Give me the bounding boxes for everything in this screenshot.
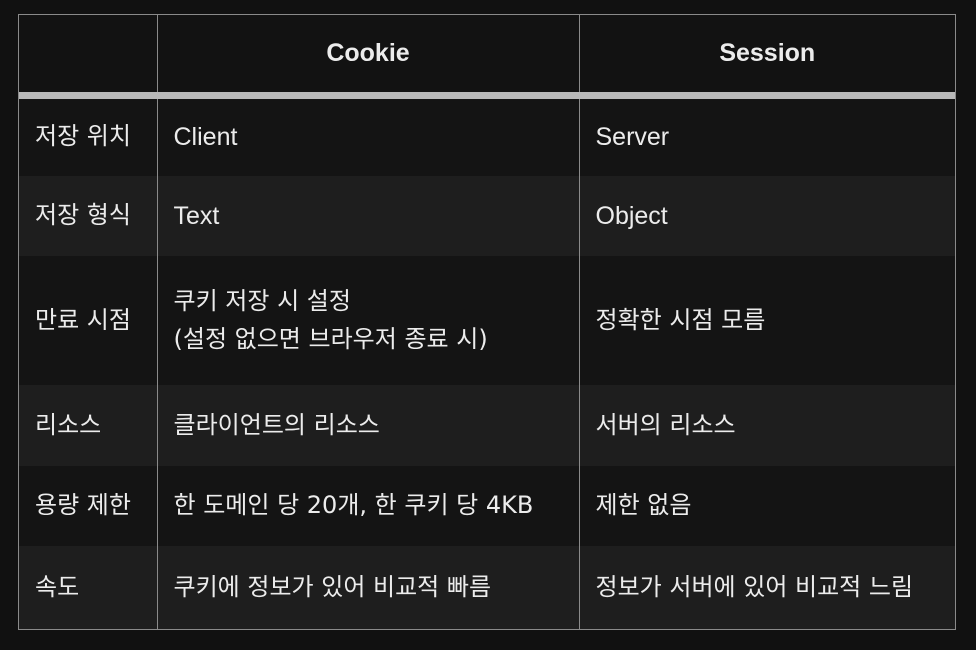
cookie-cell: 쿠키 저장 시 설정 (설정 없으면 브라우저 종료 시) <box>156 256 579 386</box>
cookie-cell: Text <box>156 175 579 257</box>
cookie-cell: Client <box>156 95 579 176</box>
header-session: Session <box>578 15 955 99</box>
session-cell: 정보가 서버에 있어 비교적 느림 <box>578 546 955 629</box>
table-row: 속도 쿠키에 정보가 있어 비교적 빠름 정보가 서버에 있어 비교적 느림 <box>19 546 955 629</box>
table-row: 저장 형식 Text Object <box>19 175 955 257</box>
row-label: 용량 제한 <box>19 465 157 547</box>
table-header: Cookie Session <box>19 15 955 99</box>
session-cell: Server <box>578 95 955 176</box>
header-cookie: Cookie <box>156 15 579 99</box>
row-label: 저장 위치 <box>19 95 157 176</box>
header-row: Cookie Session <box>19 15 955 99</box>
cookie-cell: 한 도메인 당 20개, 한 쿠키 당 4KB <box>156 465 579 547</box>
session-cell: 제한 없음 <box>578 465 955 547</box>
session-cell: Object <box>578 175 955 257</box>
header-corner-cell <box>19 15 157 99</box>
row-label: 리소스 <box>19 385 157 466</box>
cookie-cell: 클라이언트의 리소스 <box>156 385 579 466</box>
row-label: 속도 <box>19 546 157 629</box>
cookie-cell-line-2: (설정 없으면 브라우저 종료 시) <box>173 324 488 353</box>
table-row: 용량 제한 한 도메인 당 20개, 한 쿠키 당 4KB 제한 없음 <box>19 465 955 547</box>
cookie-cell-line-1: 쿠키 저장 시 설정 <box>173 287 351 316</box>
cookie-session-table: Cookie Session 저장 위치 Client Server 저장 형식… <box>19 15 955 629</box>
table-row: 리소스 클라이언트의 리소스 서버의 리소스 <box>19 385 955 466</box>
cookie-cell: 쿠키에 정보가 있어 비교적 빠름 <box>156 546 579 629</box>
table-row: 저장 위치 Client Server <box>19 95 955 176</box>
row-label: 저장 형식 <box>19 175 157 257</box>
table-row: 만료 시점 쿠키 저장 시 설정 (설정 없으면 브라우저 종료 시) 정확한 … <box>19 256 955 386</box>
table-body: 저장 위치 Client Server 저장 형식 Text Object 만료… <box>19 95 955 629</box>
session-cell: 정확한 시점 모름 <box>578 256 955 386</box>
row-label: 만료 시점 <box>19 256 157 386</box>
session-cell: 서버의 리소스 <box>578 385 955 466</box>
comparison-table: Cookie Session 저장 위치 Client Server 저장 형식… <box>18 14 956 630</box>
